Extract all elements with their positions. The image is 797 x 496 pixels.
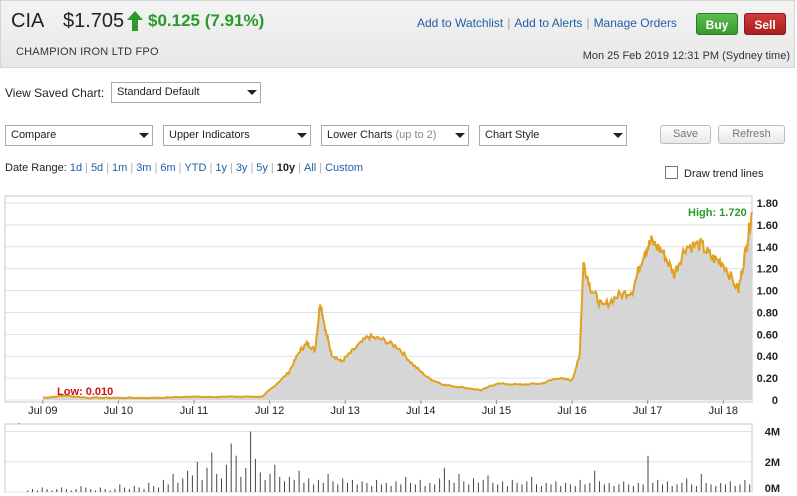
- x-tick-label: Jul 09: [28, 405, 57, 417]
- y-tick-label: 0.20: [757, 373, 778, 385]
- last-price: $1.705: [63, 10, 125, 32]
- volume-frame: [4, 423, 753, 493]
- price-chart[interactable]: 1.80 1.60 1.40 1.20 1.00 0.80 0.60 0.40 0.20 0 Ju…: [0, 0, 797, 496]
- header-links: Add to Watchlist | Add to Alerts | Manage Or…: [417, 16, 677, 30]
- high-label: High: 1.720: [688, 207, 747, 219]
- range-5y[interactable]: 5y: [256, 162, 268, 174]
- x-tick-label: Jul 14: [406, 405, 435, 417]
- upper-indicators-select[interactable]: Upper Indicators: [163, 125, 311, 146]
- x-tick-label: Jul 12: [255, 405, 284, 417]
- draw-trend-lines[interactable]: Draw trend lines: [665, 166, 763, 180]
- price-area: [42, 211, 753, 400]
- range-10y[interactable]: 10y: [277, 162, 295, 174]
- y-tick-label: 0.60: [757, 329, 778, 341]
- volume-tick-label: 0M: [765, 483, 780, 495]
- add-to-watchlist-link[interactable]: Add to Watchlist: [417, 16, 503, 30]
- price-change: $0.125 (7.91%): [148, 11, 265, 30]
- lower-charts-hint: (up to 2): [395, 129, 437, 141]
- date-range-bar: Date Range: 1d | 5d | 1m | 3m | 6m | YTD | 1y | 3y | 5y |…: [5, 162, 363, 174]
- add-to-alerts-link[interactable]: Add to Alerts: [514, 16, 582, 30]
- up-arrow-icon: [127, 11, 143, 31]
- chevron-down-icon: [608, 126, 626, 145]
- chart-frame: [4, 195, 753, 403]
- chevron-down-icon: [134, 126, 152, 145]
- upper-indicators-label: Upper Indicators: [169, 129, 250, 141]
- range-1y[interactable]: 1y: [215, 162, 227, 174]
- x-tick-label: Jul 10: [104, 405, 133, 417]
- buy-button[interactable]: Buy: [696, 13, 738, 35]
- range-separator: |: [270, 162, 274, 174]
- range-3y[interactable]: 3y: [236, 162, 248, 174]
- saved-chart-select[interactable]: Standard Default: [111, 82, 261, 103]
- y-tick-label: 1.60: [757, 220, 778, 232]
- range-all[interactable]: All: [304, 162, 316, 174]
- x-tick-label: Jul 16: [557, 405, 586, 417]
- range-separator: |: [229, 162, 233, 174]
- chevron-down-icon: [292, 126, 310, 145]
- x-tick-label: Jul 18: [709, 405, 738, 417]
- date-range-label: Date Range:: [5, 162, 67, 174]
- range-separator: |: [106, 162, 110, 174]
- volume-tick-label: 4M: [765, 427, 780, 439]
- range-ytd[interactable]: YTD: [184, 162, 206, 174]
- volume-tick-label: 2M: [765, 457, 780, 469]
- manage-orders-link[interactable]: Manage Orders: [594, 16, 677, 30]
- range-separator: |: [85, 162, 88, 174]
- x-tick-label: Jul 15: [482, 405, 511, 417]
- y-tick-label: 0: [772, 395, 778, 407]
- x-tick-label: Jul 11: [180, 405, 209, 417]
- volume-label: Volume: [5, 422, 42, 434]
- range-separator: |: [154, 162, 158, 174]
- compare-label: Compare: [11, 129, 57, 141]
- trend-lines-checkbox[interactable]: [665, 166, 678, 179]
- x-tick-label: Jul 17: [633, 405, 662, 417]
- trend-lines-label: Draw trend lines: [684, 168, 764, 180]
- chevron-down-icon: [450, 126, 468, 145]
- range-custom[interactable]: Custom: [325, 162, 363, 174]
- lower-charts-select[interactable]: Lower Charts (up to 2): [321, 125, 469, 146]
- range-1d[interactable]: 1d: [70, 162, 82, 174]
- y-tick-label: 0.80: [757, 307, 778, 319]
- x-tick-label: Jul 13: [331, 405, 360, 417]
- range-3m[interactable]: 3m: [136, 162, 151, 174]
- low-label: Low: 0.010: [57, 386, 113, 398]
- y-tick-label: 0.40: [757, 351, 778, 363]
- range-separator: |: [209, 162, 213, 174]
- y-tick-label: 1.40: [757, 242, 778, 254]
- quote-timestamp: Mon 25 Feb 2019 12:31 PM (Sydney time): [582, 50, 790, 62]
- range-separator: |: [298, 162, 301, 174]
- saved-chart-value: Standard Default: [117, 86, 200, 98]
- compare-select[interactable]: Compare: [5, 125, 153, 146]
- saved-chart-label: View Saved Chart:: [5, 86, 105, 100]
- range-5d[interactable]: 5d: [91, 162, 103, 174]
- ticker-symbol: CIA: [11, 10, 45, 32]
- range-separator: |: [178, 162, 182, 174]
- link-separator: |: [586, 16, 590, 30]
- y-tick-label: 1.00: [757, 286, 778, 298]
- range-6m[interactable]: 6m: [160, 162, 175, 174]
- company-name: CHAMPION IRON LTD FPO: [16, 46, 159, 58]
- chart-style-label: Chart Style: [485, 129, 540, 141]
- link-separator: |: [507, 16, 511, 30]
- refresh-button[interactable]: Refresh: [718, 125, 785, 144]
- range-separator: |: [250, 162, 254, 174]
- range-1m[interactable]: 1m: [112, 162, 127, 174]
- y-tick-label: 1.80: [757, 198, 778, 210]
- price-line: [42, 211, 753, 400]
- y-tick-label: 1.20: [757, 264, 778, 276]
- range-separator: |: [130, 162, 134, 174]
- lower-charts-label: Lower Charts: [327, 129, 393, 141]
- chart-style-select[interactable]: Chart Style: [479, 125, 627, 146]
- quote-header: CIA $1.705 $0.125 (7.91%) CHAMPION IRON …: [0, 0, 795, 68]
- range-separator: |: [319, 162, 323, 174]
- sell-button[interactable]: Sell: [744, 13, 786, 35]
- save-button[interactable]: Save: [660, 125, 711, 144]
- chevron-down-icon: [242, 83, 260, 102]
